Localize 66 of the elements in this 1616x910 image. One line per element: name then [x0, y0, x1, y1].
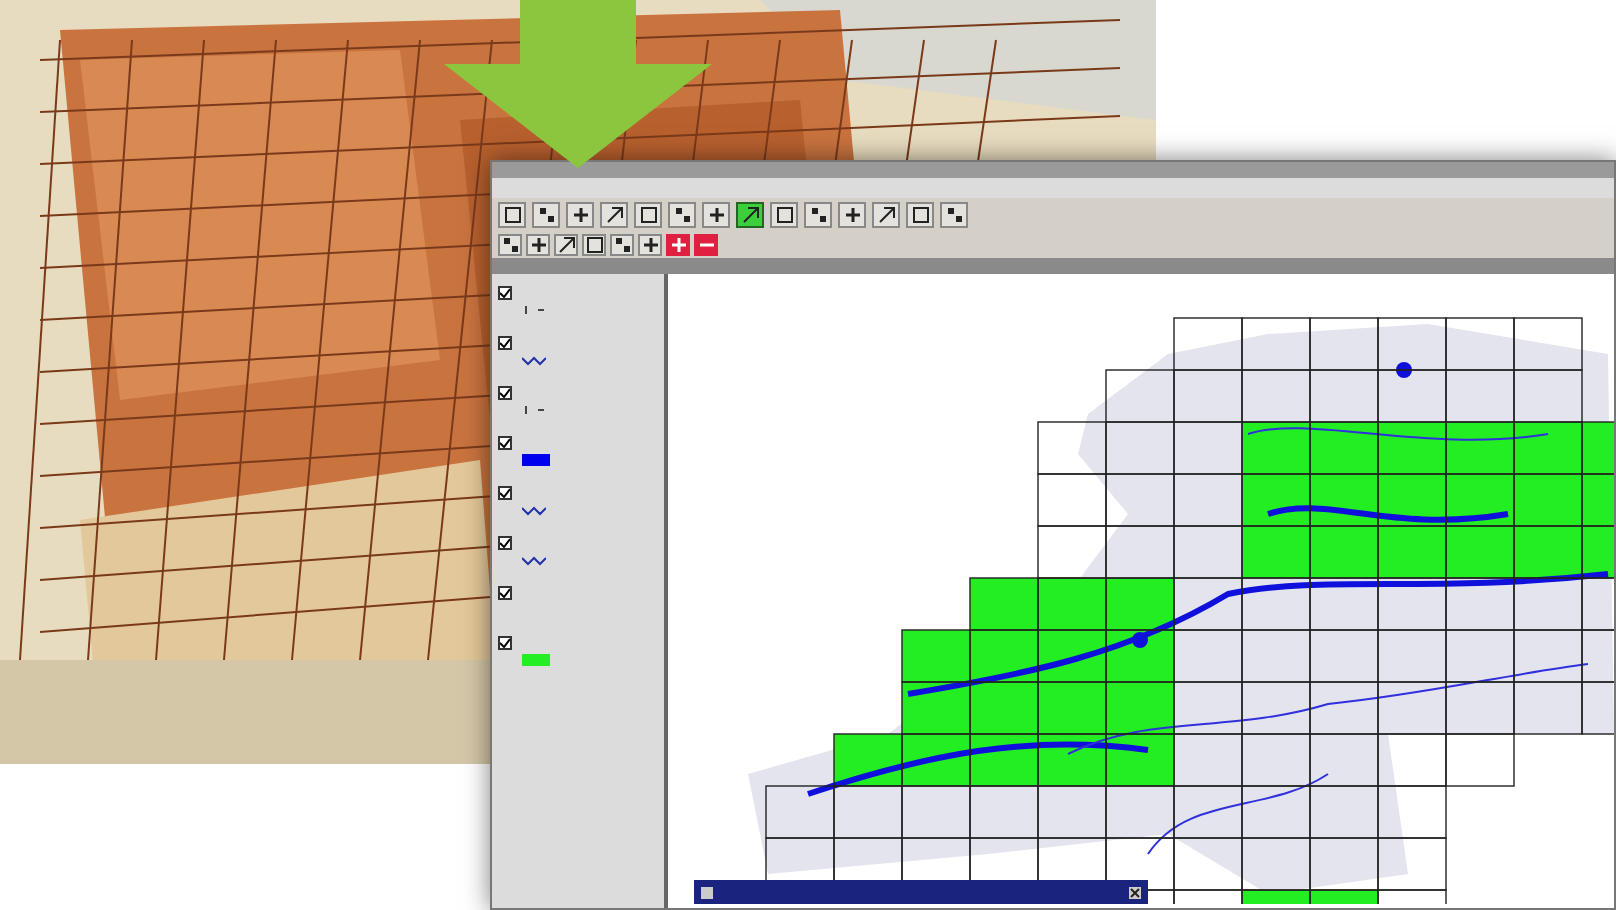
- tool-button[interactable]: [638, 233, 662, 255]
- layer-checkbox[interactable]: [498, 486, 512, 500]
- toolbar-button[interactable]: [702, 201, 730, 227]
- tool-icon: [775, 205, 793, 223]
- layer-checkbox[interactable]: [498, 636, 512, 650]
- check-icon: [500, 538, 510, 548]
- check-icon: [500, 438, 510, 448]
- toolbar-button[interactable]: [872, 201, 900, 227]
- toolbar-button[interactable]: [736, 201, 764, 227]
- layer-checkbox[interactable]: [498, 536, 512, 550]
- tool-icon: [501, 235, 519, 253]
- toolbar-button[interactable]: [940, 201, 968, 227]
- point-symbol-icon: [522, 304, 546, 316]
- layer-checkbox[interactable]: [498, 386, 512, 400]
- toolbar-button[interactable]: [838, 201, 866, 227]
- toolbar-button[interactable]: [668, 201, 696, 227]
- tool-icon: [571, 205, 589, 223]
- close-icon: [1128, 885, 1142, 899]
- tool-icon: [639, 205, 657, 223]
- tool-button[interactable]: [554, 233, 578, 255]
- toolbar-button[interactable]: [634, 201, 662, 227]
- window-menu-icon: [700, 885, 714, 899]
- tool-icon: [613, 235, 631, 253]
- toolbar-button[interactable]: [566, 201, 594, 227]
- tool-button[interactable]: [582, 233, 606, 255]
- layer-checkbox[interactable]: [498, 286, 512, 300]
- tool-icon: [877, 205, 895, 223]
- check-icon: [500, 338, 510, 348]
- toolbar-button[interactable]: [906, 201, 934, 227]
- zoom-in-button[interactable]: [666, 233, 690, 255]
- tool-icon: [503, 205, 521, 223]
- tool-icon: [843, 205, 861, 223]
- toolbar-button[interactable]: [498, 201, 526, 227]
- layer-checkbox[interactable]: [498, 336, 512, 350]
- tool-icon: [911, 205, 929, 223]
- line-symbol-icon: [522, 554, 546, 566]
- tool-button[interactable]: [610, 233, 634, 255]
- zoom-out-button[interactable]: [694, 233, 718, 255]
- tool-icon: [557, 235, 575, 253]
- toolbar-button[interactable]: [804, 201, 832, 227]
- check-icon: [500, 638, 510, 648]
- tool-icon: [605, 205, 623, 223]
- tool-button[interactable]: [526, 233, 550, 255]
- line-symbol-icon: [522, 504, 546, 516]
- tool-icon: [641, 235, 659, 253]
- point-symbol-icon: [522, 404, 546, 416]
- tool-icon: [809, 205, 827, 223]
- layer-checkbox[interactable]: [498, 436, 512, 450]
- line-symbol-icon: [522, 354, 546, 366]
- tool-icon: [741, 205, 759, 223]
- check-icon: [500, 588, 510, 598]
- check-icon: [500, 388, 510, 398]
- toolbar-button[interactable]: [770, 201, 798, 227]
- tool-icon: [585, 235, 603, 253]
- layer-checkbox[interactable]: [498, 586, 512, 600]
- toolbar-button[interactable]: [600, 201, 628, 227]
- tool-icon: [529, 235, 547, 253]
- tool-icon: [673, 205, 691, 223]
- check-icon: [500, 488, 510, 498]
- tool-icon: [945, 205, 963, 223]
- tool-button[interactable]: [498, 233, 522, 255]
- plus-icon: [671, 237, 685, 251]
- tool-icon: [537, 205, 555, 223]
- check-icon: [500, 288, 510, 298]
- toolbar-button[interactable]: [532, 201, 560, 227]
- tool-icon: [707, 205, 725, 223]
